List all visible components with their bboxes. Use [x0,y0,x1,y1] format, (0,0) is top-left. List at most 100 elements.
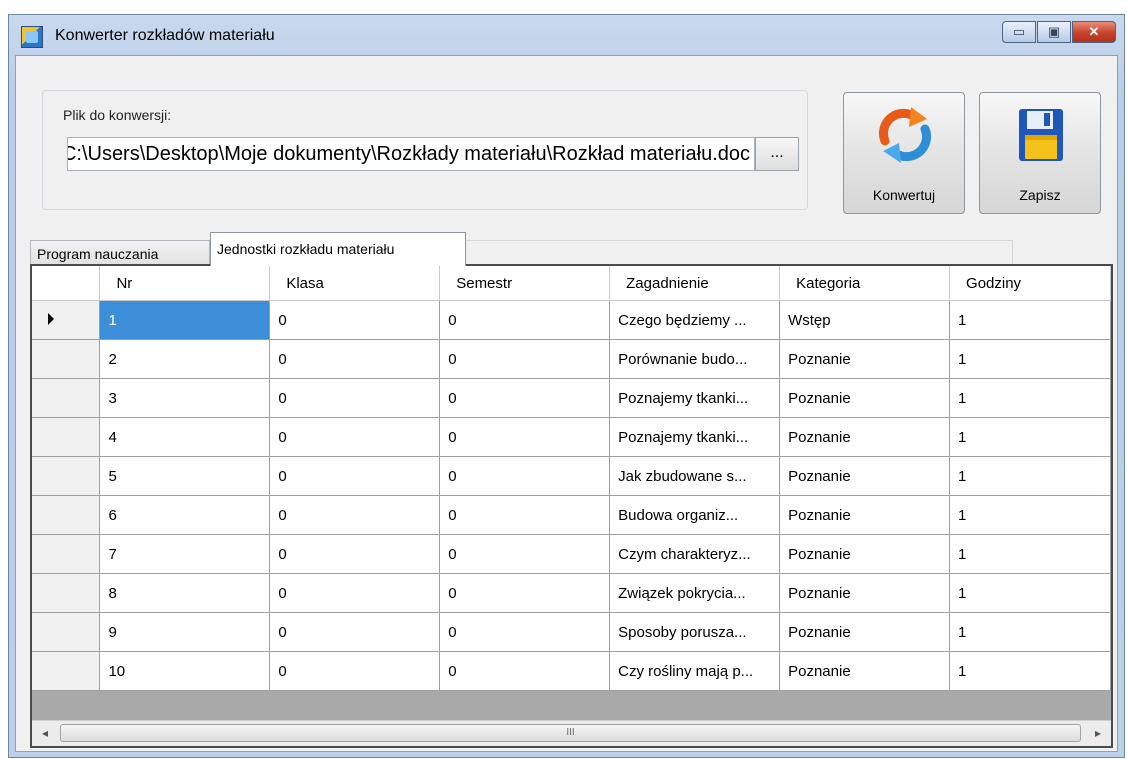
column-header-zagadnienie[interactable]: Zagadnienie [609,266,781,301]
grid-cell[interactable]: Poznanie [779,534,951,574]
grid-cell[interactable]: 7 [99,534,271,574]
scroll-left-icon[interactable]: ◂ [32,721,58,746]
file-path-input[interactable]: C:\Users\Desktop\Moje dokumenty\Rozkłady… [67,137,755,171]
row-header[interactable] [32,612,101,652]
row-header[interactable] [32,378,101,418]
grid-cell[interactable]: 1 [949,534,1111,574]
minimize-button[interactable]: ▭ [1002,21,1036,43]
grid-cell[interactable]: 0 [439,456,611,496]
table-row[interactable]: 5 0 0 Jak zbudowane s... Poznanie 1 [32,456,1111,496]
grid-cell[interactable]: 1 [949,612,1111,652]
grid-cell[interactable]: 1 [949,339,1111,379]
grid-cell[interactable]: Związek pokrycia... [609,573,781,613]
grid-cell[interactable]: Czego będziemy ... [609,300,781,340]
grid-cell[interactable]: Poznajemy tkanki... [609,417,781,457]
convert-button[interactable]: Konwertuj [843,92,965,214]
grid-cell[interactable]: 0 [439,417,611,457]
table-row[interactable]: 2 0 0 Porównanie budo... Poznanie 1 [32,339,1111,379]
row-header[interactable] [32,456,101,496]
grid-cell[interactable]: Wstęp [779,300,951,340]
grid-cell[interactable]: 2 [99,339,271,379]
row-header-corner[interactable] [32,266,101,301]
grid-cell[interactable]: 0 [439,612,611,652]
column-header-nr[interactable]: Nr [99,266,271,301]
grid-cell[interactable]: 1 [949,300,1111,340]
table-row[interactable]: 8 0 0 Związek pokrycia... Poznanie 1 [32,573,1111,613]
table-row[interactable]: 7 0 0 Czym charakteryz... Poznanie 1 [32,534,1111,574]
grid-cell[interactable]: Poznanie [779,417,951,457]
browse-button[interactable]: ... [755,137,799,171]
column-header-godziny[interactable]: Godziny [949,266,1111,301]
grid-cell[interactable]: 0 [269,456,441,496]
data-grid[interactable]: Nr Klasa Semestr Zagadnienie Kategoria G… [30,264,1113,748]
grid-cell[interactable]: Poznanie [779,651,951,691]
grid-cell[interactable]: 4 [99,417,271,457]
tab-program-nauczania[interactable]: Program nauczania [30,240,210,266]
grid-cell[interactable]: 0 [439,534,611,574]
grid-cell[interactable]: 0 [439,495,611,535]
grid-cell[interactable]: 0 [439,339,611,379]
column-header-klasa[interactable]: Klasa [269,266,441,301]
grid-cell[interactable]: Poznajemy tkanki... [609,378,781,418]
grid-cell[interactable]: Porównanie budo... [609,339,781,379]
maximize-button[interactable]: ▣ [1037,21,1071,43]
column-header-semestr[interactable]: Semestr [439,266,611,301]
table-row[interactable]: 3 0 0 Poznajemy tkanki... Poznanie 1 [32,378,1111,418]
grid-cell[interactable]: 1 [949,573,1111,613]
grid-cell[interactable]: Sposoby porusza... [609,612,781,652]
scrollbar-thumb[interactable]: III [60,724,1081,742]
row-header[interactable] [32,651,101,691]
grid-cell[interactable]: 9 [99,612,271,652]
row-header[interactable] [32,417,101,457]
row-header[interactable] [32,495,101,535]
grid-cell[interactable]: 3 [99,378,271,418]
grid-cell[interactable]: Jak zbudowane s... [609,456,781,496]
grid-cell[interactable]: 0 [269,534,441,574]
column-header-kategoria[interactable]: Kategoria [779,266,951,301]
grid-cell[interactable]: 0 [269,378,441,418]
grid-cell[interactable]: Czy rośliny mają p... [609,651,781,691]
grid-cell[interactable]: Czym charakteryz... [609,534,781,574]
grid-cell[interactable]: 0 [439,378,611,418]
row-header[interactable] [32,339,101,379]
table-row[interactable]: 10 0 0 Czy rośliny mają p... Poznanie 1 [32,651,1111,691]
grid-cell[interactable]: 1 [949,651,1111,691]
close-button[interactable]: ✕ [1072,21,1116,43]
title-bar[interactable]: Konwerter rozkładów materiału ▭ ▣ ✕ [9,15,1124,55]
grid-cell[interactable]: 5 [99,456,271,496]
grid-cell[interactable]: 0 [269,417,441,457]
grid-cell[interactable]: Poznanie [779,495,951,535]
grid-cell[interactable]: Poznanie [779,456,951,496]
grid-cell[interactable]: 1 [949,495,1111,535]
horizontal-scrollbar[interactable]: ◂ III ▸ [32,720,1111,746]
table-row[interactable]: 4 0 0 Poznajemy tkanki... Poznanie 1 [32,417,1111,457]
grid-cell[interactable]: 10 [99,651,271,691]
grid-cell[interactable]: 0 [269,612,441,652]
grid-cell[interactable]: 6 [99,495,271,535]
table-row[interactable]: 9 0 0 Sposoby porusza... Poznanie 1 [32,612,1111,652]
grid-cell[interactable]: Poznanie [779,573,951,613]
table-row[interactable]: 6 0 0 Budowa organiz... Poznanie 1 [32,495,1111,535]
grid-cell[interactable]: 0 [269,651,441,691]
scroll-right-icon[interactable]: ▸ [1085,721,1111,746]
table-row[interactable]: 1 0 0 Czego będziemy ... Wstęp 1 [32,300,1111,340]
grid-cell[interactable]: 0 [439,573,611,613]
grid-cell[interactable]: Poznanie [779,612,951,652]
grid-cell[interactable]: 0 [269,339,441,379]
row-header[interactable] [32,534,101,574]
grid-cell[interactable]: Poznanie [779,339,951,379]
grid-cell[interactable]: 1 [949,456,1111,496]
grid-cell[interactable]: 0 [439,300,611,340]
grid-cell[interactable]: 0 [269,495,441,535]
grid-cell[interactable]: 1 [949,378,1111,418]
grid-cell[interactable]: 1 [949,417,1111,457]
grid-cell[interactable]: 0 [269,300,441,340]
tab-jednostki-rozkladu[interactable]: Jednostki rozkładu materiału [210,232,466,266]
grid-cell[interactable]: 0 [439,651,611,691]
grid-cell[interactable]: Budowa organiz... [609,495,781,535]
row-header[interactable] [32,573,101,613]
grid-cell[interactable]: 1 [99,300,271,340]
grid-cell[interactable]: 0 [269,573,441,613]
grid-cell[interactable]: Poznanie [779,378,951,418]
grid-cell[interactable]: 8 [99,573,271,613]
